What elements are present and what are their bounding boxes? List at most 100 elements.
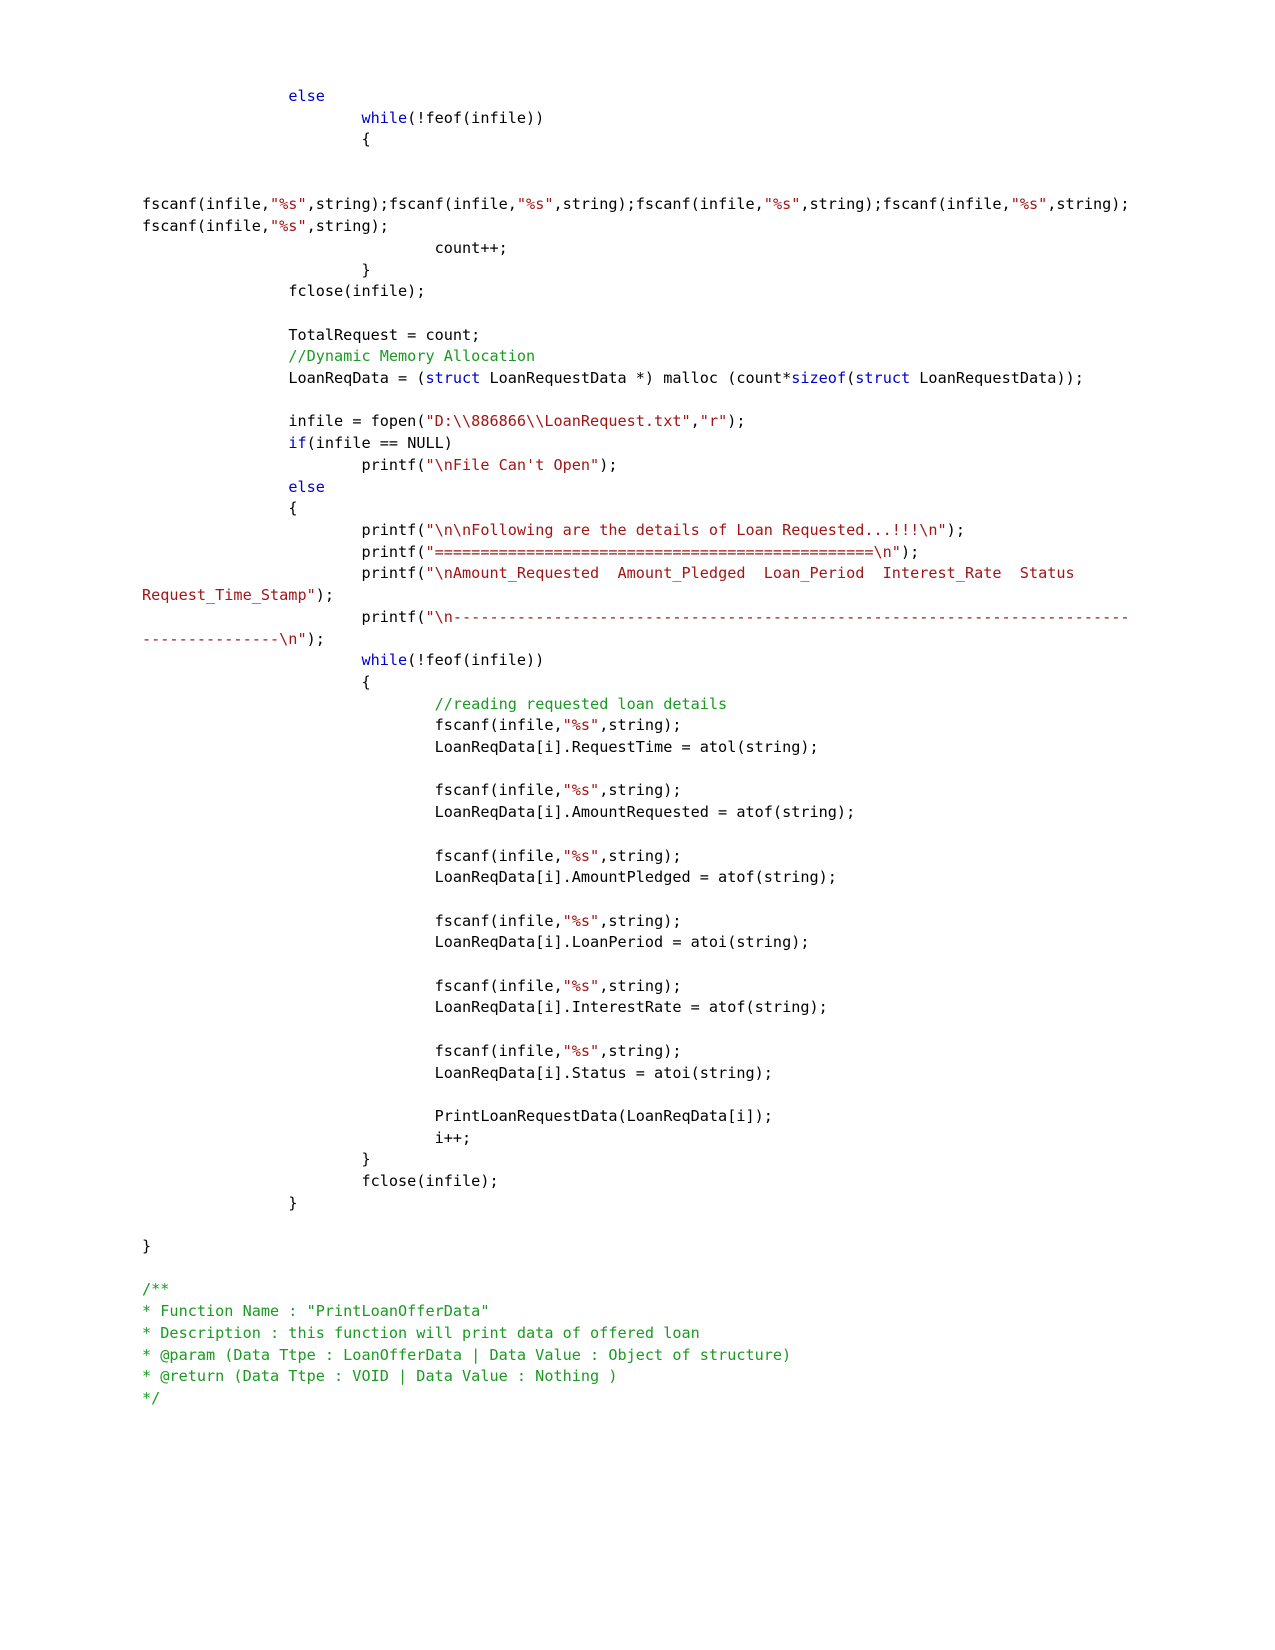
code-token-pln: (!feof(infile)) bbox=[407, 651, 545, 670]
code-line: count++; bbox=[142, 238, 1135, 260]
code-line: LoanReqData[i].InterestRate = atof(strin… bbox=[142, 997, 1135, 1019]
code-token-pln: TotalRequest = count; bbox=[288, 325, 481, 344]
code-token-pln: LoanReqData[i].LoanPeriod = atoi(string)… bbox=[434, 933, 810, 952]
code-token-pln: } bbox=[361, 1150, 371, 1169]
code-token-pln: ( bbox=[846, 369, 856, 388]
code-line: LoanReqData[i].AmountRequested = atof(st… bbox=[142, 802, 1135, 824]
code-token-pln: ,string); bbox=[599, 976, 682, 995]
code-token-pln: fscanf(infile, bbox=[434, 1041, 563, 1060]
code-line: i++; bbox=[142, 1128, 1135, 1150]
code-token-pln: ,string); bbox=[306, 217, 389, 236]
code-token-pln: ); bbox=[306, 629, 325, 648]
code-token-str: "%s" bbox=[270, 217, 307, 236]
code-token-str: "%s" bbox=[516, 195, 554, 214]
code-line: while(!feof(infile)) bbox=[142, 108, 1135, 130]
code-line: else bbox=[142, 86, 1135, 108]
code-token-kw: else bbox=[288, 87, 325, 105]
code-token-pln: fscanf(infile, bbox=[434, 911, 563, 930]
code-token-pln: printf( bbox=[361, 521, 426, 539]
code-token-str: "%s" bbox=[1010, 195, 1048, 214]
code-token-pln: ,string);fscanf(infile, bbox=[553, 195, 764, 214]
code-token-kw: sizeof bbox=[791, 369, 847, 388]
code-line: //reading requested loan details bbox=[142, 694, 1135, 716]
code-line: LoanReqData[i].LoanPeriod = atoi(string)… bbox=[142, 932, 1135, 954]
code-line: fscanf(infile,"%s",string); bbox=[142, 911, 1135, 933]
code-token-pln: printf( bbox=[361, 455, 426, 474]
code-token-pln: LoanRequestData)); bbox=[910, 369, 1084, 388]
code-token-kw: struct bbox=[425, 369, 481, 388]
code-token-str: "%s" bbox=[562, 846, 600, 865]
code-token-cmt: * @return (Data Ttpe : VOID | Data Value… bbox=[142, 1367, 618, 1386]
code-token-kw: else bbox=[288, 477, 325, 496]
code-token-cmt: * @param (Data Ttpe : LoanOfferData | Da… bbox=[142, 1345, 792, 1364]
code-page: else while(!feof(infile)) { fscanf(infil… bbox=[0, 0, 1275, 1650]
code-token-pln: fscanf(infile, bbox=[434, 976, 563, 995]
code-token-str: "%s" bbox=[562, 911, 600, 930]
code-line: fscanf(infile,"%s",string); bbox=[142, 1041, 1135, 1063]
code-line: /** bbox=[142, 1279, 1135, 1301]
code-token-pln: LoanReqData[i].AmountRequested = atof(st… bbox=[434, 803, 856, 822]
code-token-pln: { bbox=[361, 672, 371, 691]
code-line: printf("\nAmount_Requested Amount_Pledge… bbox=[142, 563, 1135, 606]
code-token-kw: while bbox=[361, 108, 408, 127]
code-token-pln: ,string); bbox=[599, 1041, 682, 1060]
code-token-pln: } bbox=[288, 1193, 298, 1212]
code-token-pln: ); bbox=[727, 412, 746, 431]
code-token-cmt: * Description : this function will print… bbox=[142, 1323, 700, 1342]
code-line: } bbox=[142, 1193, 1135, 1215]
code-line: { bbox=[142, 498, 1135, 520]
code-token-pln: fclose(infile); bbox=[361, 1172, 499, 1190]
code-token-cmt: * Function Name : "PrintLoanOfferData" bbox=[142, 1302, 490, 1321]
code-line: printf("\n------------------------------… bbox=[142, 607, 1135, 650]
code-token-pln: , bbox=[690, 412, 700, 431]
code-token-pln: ); bbox=[315, 586, 335, 605]
code-token-pln: ,string); bbox=[599, 716, 682, 735]
code-token-pln: count++; bbox=[434, 238, 508, 257]
code-line: { bbox=[142, 672, 1135, 694]
code-token-pln: fclose(infile); bbox=[288, 282, 426, 301]
code-line: printf("\nFile Can't Open"); bbox=[142, 455, 1135, 477]
code-token-pln: LoanReqData[i].Status = atoi(string); bbox=[434, 1063, 773, 1082]
code-token-str: "%s" bbox=[763, 195, 801, 214]
code-line: else bbox=[142, 477, 1135, 499]
code-token-pln: LoanReqData[i].InterestRate = atof(strin… bbox=[434, 998, 828, 1017]
code-token-pln: ,string);fscanf(infile, bbox=[306, 195, 517, 214]
code-token-str: "%s" bbox=[562, 781, 600, 800]
code-token-pln: LoanReqData = ( bbox=[288, 369, 426, 388]
code-token-str: "%s" bbox=[270, 195, 307, 214]
code-token-pln: (!feof(infile)) bbox=[407, 108, 545, 127]
code-token-pln: fscanf(infile, bbox=[434, 781, 563, 800]
code-line: } bbox=[142, 260, 1135, 282]
code-line: PrintLoanRequestData(LoanReqData[i]); bbox=[142, 1106, 1135, 1128]
code-line: fscanf(infile,"%s",string); bbox=[142, 846, 1135, 868]
code-token-cmt: //reading requested loan details bbox=[434, 694, 728, 713]
